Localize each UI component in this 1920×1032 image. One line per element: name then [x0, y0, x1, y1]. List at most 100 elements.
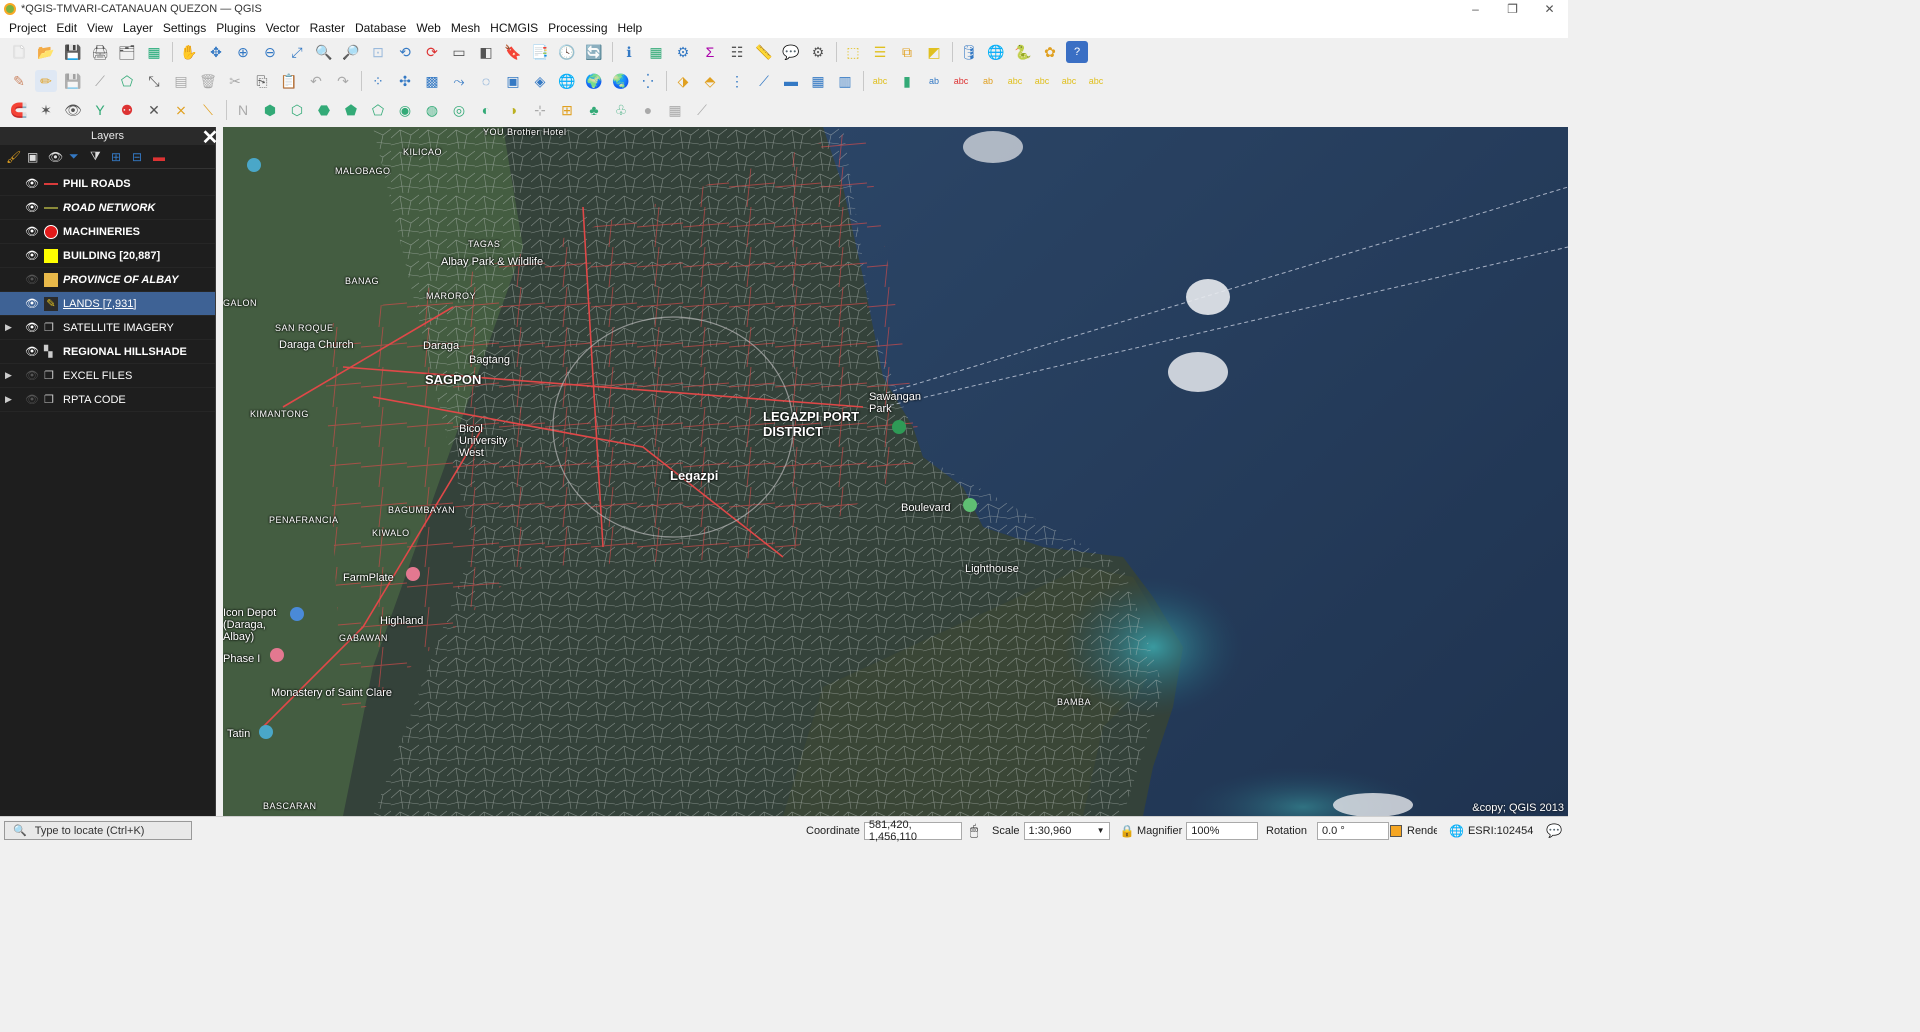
- shape-tool-13-icon[interactable]: ♣: [583, 99, 605, 121]
- reverse-line-icon[interactable]: ▬: [780, 70, 802, 92]
- merge-attributes-icon[interactable]: ▥: [834, 70, 856, 92]
- menu-project[interactable]: Project: [4, 21, 51, 35]
- manage-visibility-icon[interactable]: 👁: [48, 150, 68, 164]
- filter-legend-icon[interactable]: ⏷: [69, 149, 89, 164]
- redo-icon[interactable]: ↷: [332, 70, 354, 92]
- expand-arrow-icon[interactable]: ▶: [5, 322, 17, 333]
- select-by-expression-icon[interactable]: ☰: [869, 41, 891, 63]
- restore-button[interactable]: ❐: [1494, 0, 1531, 18]
- statistics-icon[interactable]: Σ: [699, 41, 721, 63]
- advanced-digitizing-icon[interactable]: ⨯: [170, 99, 192, 121]
- offset-curve-icon[interactable]: ⬘: [699, 70, 721, 92]
- toggle-editing-icon[interactable]: ✏: [35, 70, 57, 92]
- style-manager-icon[interactable]: ▦: [143, 41, 165, 63]
- label-settings-icon[interactable]: abc: [1085, 70, 1107, 92]
- web-layer-icon[interactable]: 🌍: [583, 70, 605, 92]
- paste-features-icon[interactable]: 📋: [278, 70, 300, 92]
- collapse-all-icon[interactable]: ⊟: [132, 150, 152, 164]
- menu-web[interactable]: Web: [411, 21, 445, 35]
- menu-plugins[interactable]: Plugins: [211, 21, 260, 35]
- current-edits-icon[interactable]: ✎: [8, 70, 30, 92]
- python-console-icon[interactable]: 🐍: [1012, 41, 1034, 63]
- attribute-table-icon[interactable]: ☷: [726, 41, 748, 63]
- measure-icon[interactable]: ⟍: [197, 99, 219, 121]
- trim-extend-icon[interactable]: ⟋: [753, 70, 775, 92]
- shape-tool-3-icon[interactable]: ⬣: [313, 99, 335, 121]
- grid-tool-icon[interactable]: ▦: [664, 99, 686, 121]
- select-by-location-icon[interactable]: ◩: [923, 41, 945, 63]
- layer-row[interactable]: 👁 MACHINERIES: [0, 220, 215, 244]
- undo-icon[interactable]: ↶: [305, 70, 327, 92]
- vertex-tool-icon[interactable]: ⤡: [143, 70, 165, 92]
- menu-settings[interactable]: Settings: [158, 21, 211, 35]
- shape-tool-6-icon[interactable]: ◉: [394, 99, 416, 121]
- lock-scale-icon[interactable]: 🔒: [1120, 824, 1135, 838]
- shape-tool-9-icon[interactable]: ◐: [475, 99, 497, 121]
- zoom-last-icon[interactable]: ⟲: [394, 41, 416, 63]
- visibility-toggle-icon[interactable]: 👁: [25, 177, 39, 191]
- layer-row[interactable]: 👁 PHIL ROADS: [0, 172, 215, 196]
- render-checkbox[interactable]: [1390, 824, 1402, 837]
- reshape-features-icon[interactable]: ⬗: [672, 70, 694, 92]
- menu-edit[interactable]: Edit: [51, 21, 82, 35]
- locator-search-input[interactable]: 🔍 Type to locate (Ctrl+K): [4, 821, 192, 840]
- layer-row[interactable]: 👁 BUILDING [20,887]: [0, 244, 215, 268]
- modify-attributes-icon[interactable]: ▤: [170, 70, 192, 92]
- menu-processing[interactable]: Processing: [543, 21, 612, 35]
- add-part-icon[interactable]: ▣: [502, 70, 524, 92]
- visibility-toggle-icon[interactable]: 👁: [25, 393, 39, 407]
- new-project-icon[interactable]: 🗋: [8, 41, 30, 63]
- rotation-field[interactable]: 0.0 °: [1316, 821, 1389, 840]
- zoom-in-icon[interactable]: ⊕: [232, 41, 254, 63]
- menu-view[interactable]: View: [82, 21, 118, 35]
- toggle-extents-icon[interactable]: 🖱: [970, 822, 978, 839]
- georeferencer-icon[interactable]: 🌐: [985, 41, 1007, 63]
- pin-labels-icon[interactable]: ab: [923, 70, 945, 92]
- snapping-icon[interactable]: 🧲: [8, 99, 30, 121]
- wms-icon[interactable]: 🌏: [610, 70, 632, 92]
- shape-tool-14-icon[interactable]: ♧: [610, 99, 632, 121]
- fill-ring-icon[interactable]: ◈: [529, 70, 551, 92]
- zoom-next-icon[interactable]: ⟳: [421, 41, 443, 63]
- menu-help[interactable]: Help: [613, 21, 648, 35]
- zoom-to-selection-icon[interactable]: 🔍: [313, 41, 335, 63]
- menu-layer[interactable]: Layer: [118, 21, 158, 35]
- label-properties-icon[interactable]: abc: [1058, 70, 1080, 92]
- zoom-full-icon[interactable]: ⤢: [286, 41, 308, 63]
- menu-hcmgis[interactable]: HCMGIS: [485, 21, 543, 35]
- visibility-toggle-icon[interactable]: 👁: [25, 369, 39, 383]
- rotate-feature-icon[interactable]: ▩: [421, 70, 443, 92]
- new-3d-map-icon[interactable]: ◧: [475, 41, 497, 63]
- copy-features-icon[interactable]: ⎘: [251, 70, 273, 92]
- zoom-native-icon[interactable]: ⊡: [367, 41, 389, 63]
- label-tool-icon[interactable]: abc: [869, 70, 891, 92]
- layer-row[interactable]: 👁 ROAD NETWORK: [0, 196, 215, 220]
- save-project-icon[interactable]: 💾: [62, 41, 84, 63]
- layer-row[interactable]: 👁 ✎ LANDS [7,931]: [0, 292, 215, 316]
- layer-row[interactable]: ▶ 👁 ❐ RPTA CODE: [0, 388, 215, 412]
- map-tips-icon[interactable]: 💬: [780, 41, 802, 63]
- expand-arrow-icon[interactable]: ▶: [5, 394, 17, 405]
- open-layer-styling-icon[interactable]: 🖌: [6, 150, 26, 164]
- layer-row[interactable]: ▶ 👁 ❐ EXCEL FILES: [0, 364, 215, 388]
- simplify-icon[interactable]: ⤳: [448, 70, 470, 92]
- add-polygon-icon[interactable]: ⬠: [116, 70, 138, 92]
- shape-tool-11-icon[interactable]: ⊹: [529, 99, 551, 121]
- magnifier-field[interactable]: 100%: [1186, 821, 1259, 840]
- visibility-toggle-icon[interactable]: 👁: [25, 225, 39, 239]
- measure-line-icon[interactable]: 📏: [753, 41, 775, 63]
- shape-tool-4-icon[interactable]: ⬟: [340, 99, 362, 121]
- identify-features-icon[interactable]: ℹ: [618, 41, 640, 63]
- map-canvas[interactable]: YOU Brother Hotel KILICAO MALOBAGO TAGAS…: [223, 127, 1568, 816]
- expand-arrow-icon[interactable]: ▶: [5, 370, 17, 381]
- visibility-toggle-icon[interactable]: 👁: [25, 273, 39, 287]
- merge-features-icon[interactable]: ⋮: [726, 70, 748, 92]
- shape-tool-12-icon[interactable]: ⊞: [556, 99, 578, 121]
- split-parts-icon[interactable]: ▦: [807, 70, 829, 92]
- menu-vector[interactable]: Vector: [261, 21, 305, 35]
- zoom-out-icon[interactable]: ⊖: [259, 41, 281, 63]
- help-icon[interactable]: ?: [1066, 41, 1088, 63]
- north-arrow-icon[interactable]: N: [232, 99, 254, 121]
- pan-map-icon[interactable]: ✋: [178, 41, 200, 63]
- new-bookmark-icon[interactable]: 🔖: [502, 41, 524, 63]
